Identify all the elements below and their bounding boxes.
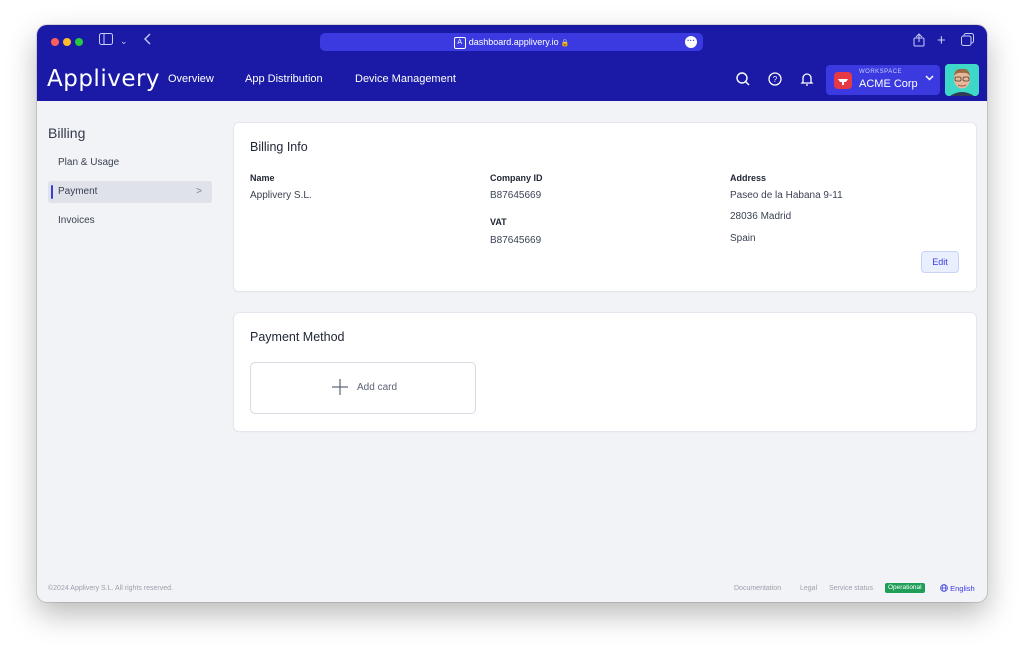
card-title: Billing Info xyxy=(250,140,308,154)
sidebar-item-label: Plan & Usage xyxy=(58,157,120,168)
chevron-down-icon xyxy=(925,73,934,85)
company-id-label: Company ID xyxy=(490,173,543,183)
sidebar-item-invoices[interactable]: Invoices xyxy=(48,210,212,232)
svg-text:?: ? xyxy=(773,75,778,84)
address-line-3: Spain xyxy=(730,233,756,244)
new-tab-icon[interactable]: + xyxy=(937,33,946,49)
brand-logo[interactable]: Applivery xyxy=(47,65,160,93)
address-line-1: Paseo de la Habana 9-11 xyxy=(730,190,843,201)
workspace-name: ACME Corp xyxy=(859,78,918,90)
service-status-link[interactable]: Service status xyxy=(829,584,873,593)
user-avatar[interactable] xyxy=(945,64,979,96)
close-window-button[interactable] xyxy=(51,38,59,46)
language-label: English xyxy=(950,584,975,593)
add-card-label: Add card xyxy=(357,382,398,393)
name-label: Name xyxy=(250,173,275,183)
more-icon[interactable]: ··· xyxy=(685,36,697,48)
legal-link[interactable]: Legal xyxy=(800,584,817,593)
payment-method-card: Payment Method Add card xyxy=(234,313,976,431)
sidebar-item-payment[interactable]: Payment > xyxy=(48,181,212,203)
address-bar[interactable]: Adashboard.applivery.io 🔒 ··· xyxy=(320,33,703,51)
vat-label: VAT xyxy=(490,217,507,227)
chevron-down-icon[interactable]: ⌄ xyxy=(120,33,128,49)
documentation-link[interactable]: Documentation xyxy=(734,584,781,593)
share-icon[interactable] xyxy=(913,33,925,51)
card-title: Payment Method xyxy=(250,330,345,344)
maximize-window-button[interactable] xyxy=(75,38,83,46)
edit-button[interactable]: Edit xyxy=(921,251,959,273)
sidebar-item-label: Invoices xyxy=(58,215,95,226)
nav-device-management[interactable]: Device Management xyxy=(355,72,456,86)
chevron-right-icon: > xyxy=(196,186,202,197)
add-card-button[interactable]: Add card xyxy=(250,362,476,414)
copyright-text: ©2024 Applivery S.L. All rights reserved… xyxy=(48,585,173,592)
search-icon[interactable] xyxy=(733,69,753,89)
workspace-selector[interactable]: WORKSPACE ACME Corp xyxy=(826,65,940,95)
company-id-value: B87645669 xyxy=(490,190,542,201)
globe-icon xyxy=(940,584,950,593)
lock-icon: 🔒 xyxy=(560,40,570,47)
status-badge: Operational xyxy=(885,583,925,593)
minimize-window-button[interactable] xyxy=(63,38,71,46)
nav-app-distribution[interactable]: App Distribution xyxy=(245,72,323,86)
plus-icon xyxy=(331,378,349,396)
name-value: Applivery S.L. xyxy=(250,190,312,201)
active-indicator xyxy=(51,185,53,199)
workspace-label: WORKSPACE xyxy=(859,69,903,75)
browser-window: ⌄ Adashboard.applivery.io 🔒 ··· + Applive… xyxy=(37,25,987,602)
sidebar-item-plan-usage[interactable]: Plan & Usage xyxy=(48,152,212,174)
sidebar-toggle-icon[interactable] xyxy=(99,33,113,49)
sidebar-title: Billing xyxy=(48,125,86,141)
vat-value: B87645669 xyxy=(490,235,542,246)
site-favicon-icon: A xyxy=(453,36,466,49)
sidebar-item-label: Payment xyxy=(58,186,98,197)
browser-toolbar: ⌄ Adashboard.applivery.io 🔒 ··· + xyxy=(37,25,987,59)
address-label: Address xyxy=(730,173,767,183)
help-icon[interactable]: ? xyxy=(765,69,785,89)
tabs-overview-icon[interactable] xyxy=(961,33,974,50)
address-line-2: 28036 Madrid xyxy=(730,211,792,222)
bell-icon[interactable] xyxy=(797,69,817,89)
billing-info-card: Billing Info Name Applivery S.L. Company… xyxy=(234,123,976,291)
app-header: Applivery Overview App Distribution Devi… xyxy=(37,59,987,101)
url-text: dashboard.applivery.io xyxy=(468,37,559,47)
nav-overview[interactable]: Overview xyxy=(168,72,214,86)
language-selector[interactable]: English xyxy=(940,584,975,593)
workspace-logo-icon xyxy=(834,72,852,89)
back-icon[interactable] xyxy=(144,33,152,49)
